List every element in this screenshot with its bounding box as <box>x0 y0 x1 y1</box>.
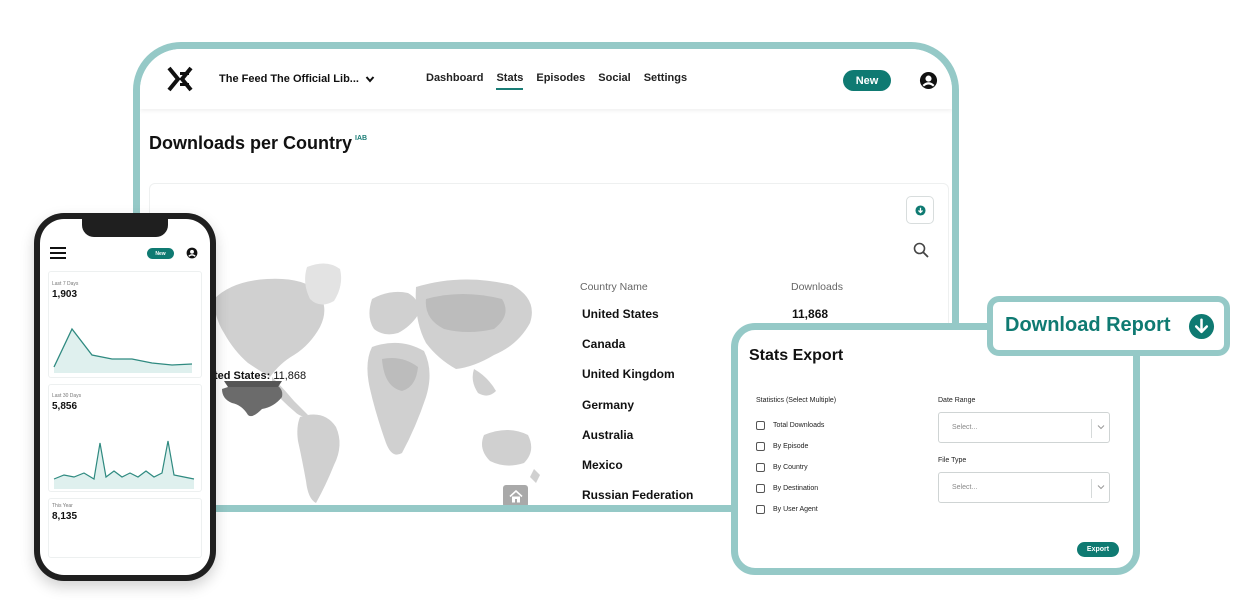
option-by-user-agent[interactable]: By User Agent <box>756 505 818 514</box>
home-icon <box>508 489 523 502</box>
table-cell-downloads: 11,868 <box>792 307 829 321</box>
date-range-select[interactable]: Select... <box>938 412 1110 443</box>
tab-social[interactable]: Social <box>598 72 630 84</box>
column-header-country[interactable]: Country Name <box>580 281 648 293</box>
stat-value: 1,903 <box>52 289 78 300</box>
map-home-button[interactable] <box>503 485 528 505</box>
checkbox[interactable] <box>756 421 765 430</box>
stat-period: Last 7 Days <box>52 281 79 287</box>
date-range-label: Date Range <box>938 397 976 404</box>
tooltip-country: ted States: <box>214 370 271 382</box>
select-divider <box>1091 479 1092 498</box>
phone-new-button[interactable]: New <box>147 248 174 259</box>
stage: The Feed The Official Lib... Dashboard S… <box>0 0 1250 600</box>
download-report-label: Download Report <box>1005 314 1171 336</box>
download-report-button[interactable]: Download Report <box>987 296 1230 356</box>
tab-episodes[interactable]: Episodes <box>536 72 585 84</box>
new-button[interactable]: New <box>843 70 891 91</box>
tab-settings[interactable]: Settings <box>644 72 687 84</box>
file-type-label: File Type <box>938 457 967 464</box>
download-arrow-icon <box>1188 313 1215 340</box>
main-nav: Dashboard Stats Episodes Social Settings <box>426 72 687 90</box>
table-cell-country: United States <box>582 307 659 321</box>
export-button[interactable]: Export <box>1077 542 1119 557</box>
option-by-destination[interactable]: By Destination <box>756 484 818 493</box>
checkbox[interactable] <box>756 505 765 514</box>
option-label: By Country <box>773 464 808 471</box>
iab-badge: IAB <box>355 135 368 142</box>
chevron-down-icon <box>1097 425 1105 430</box>
tooltip-value: 11,868 <box>273 370 307 382</box>
phone-frame: New Last 7 Days 1,903 Last 30 Days 5,856 <box>34 213 216 581</box>
sparkline-7-days <box>53 327 193 373</box>
file-type-select[interactable]: Select... <box>938 472 1110 503</box>
brand-logo-icon[interactable] <box>166 65 194 93</box>
search-icon[interactable] <box>913 242 929 258</box>
column-header-downloads[interactable]: Downloads <box>791 281 843 293</box>
table-cell-country: Australia <box>582 428 634 442</box>
sparkline-30-days <box>53 440 195 489</box>
hamburger-menu-icon[interactable] <box>50 247 66 259</box>
tab-dashboard[interactable]: Dashboard <box>426 72 483 84</box>
top-navbar: The Feed The Official Lib... Dashboard S… <box>140 49 952 109</box>
download-button[interactable] <box>906 196 934 224</box>
stat-period: This Year <box>52 503 73 509</box>
checkbox[interactable] <box>756 463 765 472</box>
stats-export-modal: Stats Export Statistics (Select Multiple… <box>731 323 1140 575</box>
select-placeholder: Select... <box>952 424 978 431</box>
modal-title: Stats Export <box>749 347 844 364</box>
option-label: By Episode <box>773 443 809 450</box>
select-divider <box>1091 419 1092 438</box>
table-cell-country: Canada <box>582 337 626 351</box>
table-cell-country: Mexico <box>582 458 623 472</box>
chevron-down-icon <box>1097 485 1105 490</box>
stat-value: 5,856 <box>52 401 78 412</box>
checkbox[interactable] <box>756 484 765 493</box>
user-account-icon[interactable] <box>919 71 938 90</box>
stat-period: Last 30 Days <box>52 393 82 399</box>
checkbox[interactable] <box>756 442 765 451</box>
option-total-downloads[interactable]: Total Downloads <box>756 421 824 430</box>
option-by-episode[interactable]: By Episode <box>756 442 808 451</box>
phone-notch <box>82 219 168 237</box>
phone-screen: New Last 7 Days 1,903 Last 30 Days 5,856 <box>40 219 210 575</box>
table-cell-country: Russian Federation <box>582 488 694 502</box>
page-title: Downloads per Country IAB <box>149 133 368 153</box>
chevron-down-icon <box>365 76 375 83</box>
option-by-country[interactable]: By Country <box>756 463 808 472</box>
tab-stats[interactable]: Stats <box>496 72 523 90</box>
table-cell-country: United Kingdom <box>582 367 675 381</box>
map-tooltip: ted States: 11,868 <box>214 370 306 382</box>
podcast-selector[interactable]: The Feed The Official Lib... <box>219 73 375 85</box>
option-label: By User Agent <box>773 506 818 513</box>
podcast-name: The Feed The Official Lib... <box>219 73 359 85</box>
option-label: By Destination <box>773 485 819 492</box>
select-placeholder: Select... <box>952 484 978 491</box>
table-cell-country: Germany <box>582 398 635 412</box>
option-label: Total Downloads <box>773 422 825 429</box>
stat-value: 8,135 <box>52 511 78 522</box>
world-map[interactable] <box>212 259 542 509</box>
download-circle-icon <box>914 204 926 216</box>
map-region-united-states[interactable] <box>222 382 283 417</box>
statistics-label: Statistics (Select Multiple) <box>756 397 837 404</box>
user-account-icon[interactable] <box>186 247 198 259</box>
